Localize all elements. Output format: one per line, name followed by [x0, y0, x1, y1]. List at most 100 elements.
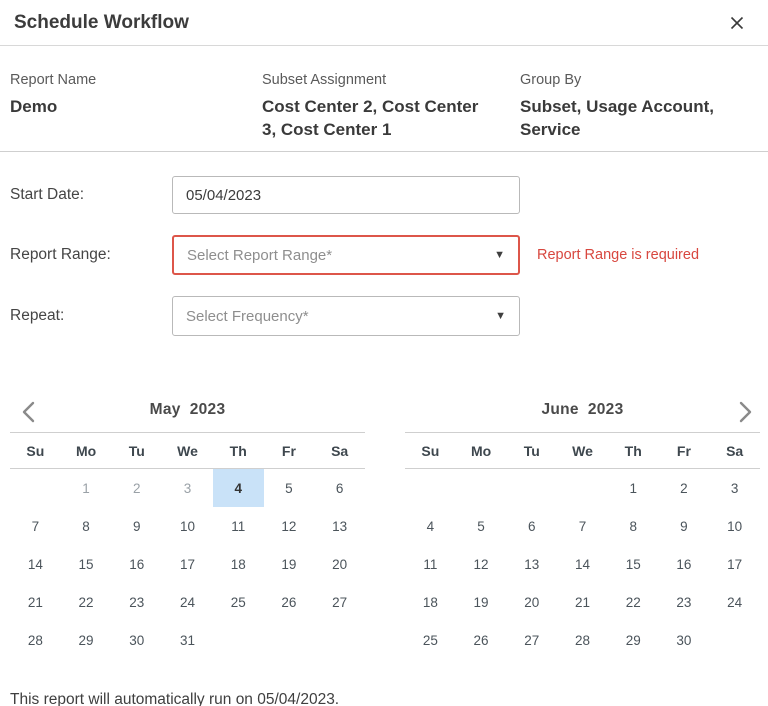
day-cell[interactable]: 10 — [162, 507, 213, 545]
day-header: Su — [405, 443, 456, 459]
day-cell[interactable]: 6 — [506, 507, 557, 545]
calendar-week-row: 123456 — [10, 469, 365, 507]
report-range-placeholder: Select Report Range* — [187, 247, 332, 264]
day-cell[interactable]: 30 — [659, 621, 710, 659]
day-header: Fr — [264, 443, 315, 459]
day-cell[interactable]: 23 — [659, 583, 710, 621]
report-range-error: Report Range is required — [537, 247, 699, 263]
start-date-input[interactable] — [172, 176, 520, 214]
day-cell[interactable]: 29 — [608, 621, 659, 659]
day-cell[interactable]: 30 — [111, 621, 162, 659]
day-cell[interactable]: 9 — [659, 507, 710, 545]
day-cell[interactable]: 7 — [557, 507, 608, 545]
report-range-row: Report Range: Select Report Range* ▼ Rep… — [10, 235, 758, 275]
report-range-select[interactable]: Select Report Range* ▼ — [172, 235, 520, 275]
day-cell[interactable]: 3 — [709, 469, 760, 507]
day-cell[interactable]: 18 — [213, 545, 264, 583]
group-by-value: Subset, Usage Account, Service — [520, 95, 758, 141]
day-cell[interactable]: 29 — [61, 621, 112, 659]
day-header: We — [557, 443, 608, 459]
day-cell — [506, 469, 557, 507]
calendar-week-row: 21222324252627 — [10, 583, 365, 621]
day-cell[interactable]: 15 — [61, 545, 112, 583]
day-cell[interactable]: 26 — [456, 621, 507, 659]
report-range-label: Report Range: — [10, 246, 172, 264]
previous-month-button[interactable] — [18, 397, 39, 427]
day-cell[interactable]: 20 — [506, 583, 557, 621]
day-cell[interactable]: 24 — [162, 583, 213, 621]
calendar-week-row: 28293031 — [10, 621, 365, 659]
day-cell[interactable]: 10 — [709, 507, 760, 545]
day-cell[interactable]: 17 — [162, 545, 213, 583]
day-cell[interactable]: 22 — [61, 583, 112, 621]
dialog-header: Schedule Workflow — [0, 0, 768, 46]
day-cell[interactable]: 26 — [264, 583, 315, 621]
calendar-week-row: 78910111213 — [10, 507, 365, 545]
day-cell[interactable]: 19 — [264, 545, 315, 583]
calendar-may: May2023 SuMoTuWeThFrSa 12345678910111213… — [10, 388, 365, 659]
day-cell-selected[interactable]: 4 — [213, 469, 264, 507]
day-cell[interactable]: 22 — [608, 583, 659, 621]
day-cell[interactable]: 14 — [10, 545, 61, 583]
day-cell — [405, 469, 456, 507]
day-cell[interactable]: 27 — [314, 583, 365, 621]
day-cell[interactable]: 8 — [608, 507, 659, 545]
summary-report-name: Report Name Demo — [10, 72, 262, 141]
day-cell[interactable]: 28 — [10, 621, 61, 659]
day-cell[interactable]: 16 — [111, 545, 162, 583]
calendar-week-row: 123 — [405, 469, 760, 507]
calendar-june-title: June2023 — [541, 401, 623, 419]
day-cell[interactable]: 18 — [405, 583, 456, 621]
summary-group-by: Group By Subset, Usage Account, Service — [520, 72, 758, 141]
day-header: Sa — [314, 443, 365, 459]
day-header: Mo — [456, 443, 507, 459]
day-cell[interactable]: 31 — [162, 621, 213, 659]
close-button[interactable] — [724, 12, 750, 34]
day-cell[interactable]: 21 — [557, 583, 608, 621]
day-cell[interactable]: 7 — [10, 507, 61, 545]
chevron-right-icon — [737, 413, 754, 428]
day-cell[interactable]: 27 — [506, 621, 557, 659]
day-header: Su — [10, 443, 61, 459]
day-cell[interactable]: 2 — [659, 469, 710, 507]
day-cell[interactable]: 15 — [608, 545, 659, 583]
day-cell[interactable]: 16 — [659, 545, 710, 583]
repeat-select[interactable]: Select Frequency* ▼ — [172, 296, 520, 336]
day-cell[interactable]: 17 — [709, 545, 760, 583]
calendar-week-row: 11121314151617 — [405, 545, 760, 583]
day-cell[interactable]: 11 — [405, 545, 456, 583]
day-cell[interactable]: 25 — [213, 583, 264, 621]
day-cell[interactable]: 5 — [264, 469, 315, 507]
day-cell[interactable]: 11 — [213, 507, 264, 545]
day-cell[interactable]: 8 — [61, 507, 112, 545]
calendar-may-grid: 1234567891011121314151617181920212223242… — [10, 469, 365, 659]
day-header: Sa — [709, 443, 760, 459]
day-cell[interactable]: 28 — [557, 621, 608, 659]
day-cell — [709, 621, 760, 659]
next-month-button[interactable] — [735, 397, 756, 427]
day-cell[interactable]: 25 — [405, 621, 456, 659]
day-cell[interactable]: 9 — [111, 507, 162, 545]
day-cell[interactable]: 24 — [709, 583, 760, 621]
day-cell[interactable]: 12 — [456, 545, 507, 583]
day-cell[interactable]: 6 — [314, 469, 365, 507]
day-cell[interactable]: 5 — [456, 507, 507, 545]
day-cell[interactable]: 23 — [111, 583, 162, 621]
day-header: Fr — [659, 443, 710, 459]
day-cell[interactable]: 12 — [264, 507, 315, 545]
day-cell[interactable]: 19 — [456, 583, 507, 621]
day-cell[interactable]: 4 — [405, 507, 456, 545]
day-cell[interactable]: 13 — [314, 507, 365, 545]
repeat-label: Repeat: — [10, 307, 172, 325]
day-header: Th — [213, 443, 264, 459]
day-cell[interactable]: 20 — [314, 545, 365, 583]
day-cell[interactable]: 1 — [608, 469, 659, 507]
calendar-june-header: June2023 — [405, 388, 760, 432]
day-cell[interactable]: 21 — [10, 583, 61, 621]
day-cell[interactable]: 14 — [557, 545, 608, 583]
group-by-label: Group By — [520, 72, 758, 88]
day-header: We — [162, 443, 213, 459]
day-header: Mo — [61, 443, 112, 459]
workflow-summary: Report Name Demo Subset Assignment Cost … — [0, 46, 768, 152]
day-cell[interactable]: 13 — [506, 545, 557, 583]
